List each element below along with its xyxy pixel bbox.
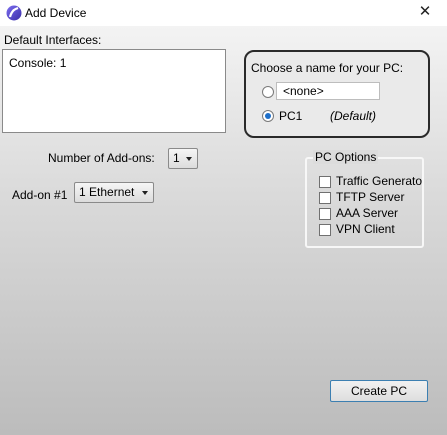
pc-options-legend: PC Options [313, 150, 379, 164]
option-tftp-server[interactable]: TFTP Server [319, 190, 429, 205]
custom-name-input[interactable]: <none> [276, 82, 380, 100]
default-interfaces-label: Default Interfaces: [4, 33, 102, 47]
option-label: AAA Server [336, 206, 399, 220]
window-title: Add Device [25, 6, 87, 20]
option-label: TFTP Server [336, 190, 405, 204]
dialog-body: Default Interfaces: Console: 1 Choose a … [0, 26, 447, 435]
pc-name-label: Choose a name for your PC: [251, 61, 404, 75]
option-aaa-server[interactable]: AAA Server [319, 206, 429, 221]
addon1-dropdown[interactable]: 1 Ethernet [74, 182, 154, 203]
chevron-down-icon [186, 157, 192, 161]
custom-name-radio[interactable] [262, 86, 274, 98]
option-traffic-generator[interactable]: Traffic Generato [319, 174, 429, 189]
pc-options-group: PC Options Traffic Generato TFTP Server … [305, 150, 424, 248]
option-vpn-client[interactable]: VPN Client [319, 222, 429, 237]
option-label: Traffic Generato [336, 174, 423, 188]
option-label: VPN Client [336, 222, 395, 236]
checkbox[interactable] [319, 176, 331, 188]
addon1-label: Add-on #1 [12, 188, 68, 202]
app-logo-icon [6, 5, 22, 21]
preset-name-radio[interactable] [262, 110, 274, 122]
addon-count-value: 1 [173, 151, 180, 165]
addon1-value: 1 Ethernet [79, 185, 135, 199]
checkbox[interactable] [319, 192, 331, 204]
checkbox[interactable] [319, 224, 331, 236]
default-note: (Default) [330, 109, 377, 123]
checkbox[interactable] [319, 208, 331, 220]
default-interfaces-list[interactable]: Console: 1 [2, 49, 226, 133]
create-pc-button[interactable]: Create PC [330, 380, 428, 402]
preset-name-label[interactable]: PC1 [279, 109, 302, 123]
interface-item: Console: 1 [9, 56, 67, 70]
pc-name-panel: Choose a name for your PC: <none> PC1 (D… [244, 50, 430, 138]
close-icon[interactable]: ✕ [410, 1, 440, 23]
addon-count-dropdown[interactable]: 1 [168, 148, 198, 169]
title-bar: Add Device ✕ [0, 0, 447, 26]
chevron-down-icon [142, 191, 148, 195]
addon-count-label: Number of Add-ons: [48, 151, 155, 165]
